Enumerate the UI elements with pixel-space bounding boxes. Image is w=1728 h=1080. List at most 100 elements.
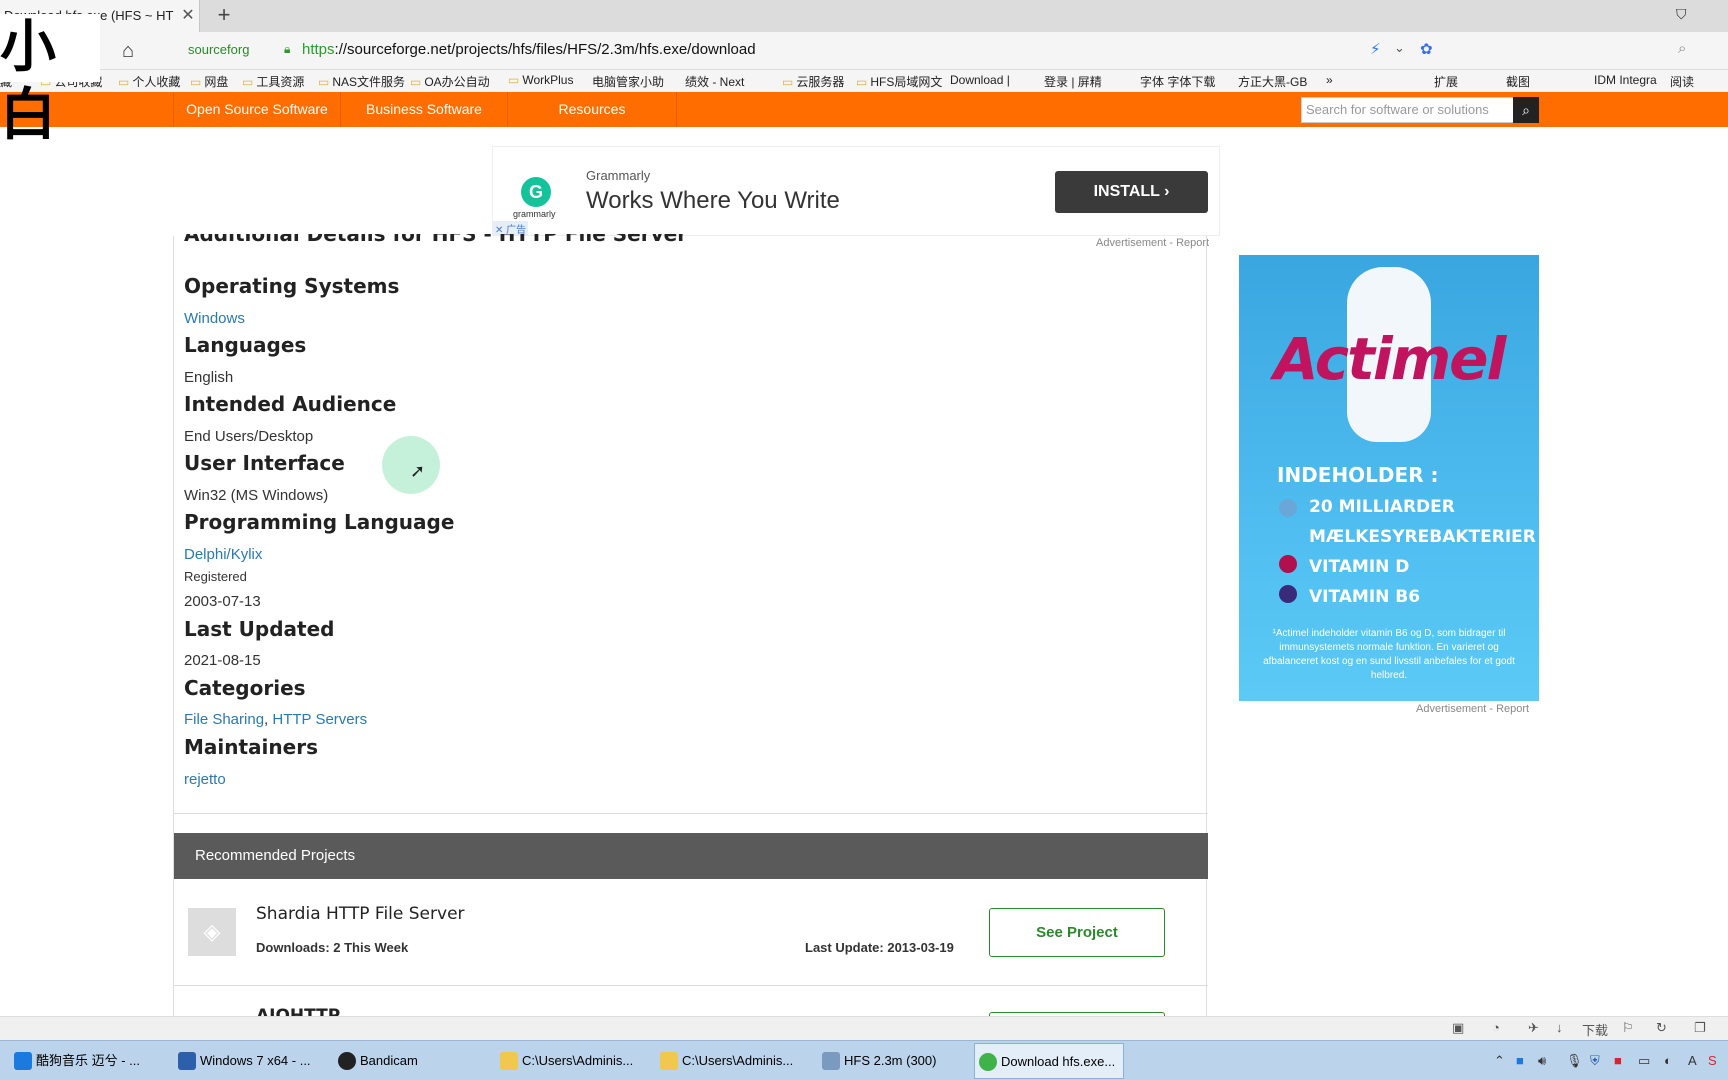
taskbar-item-browser[interactable]: Download hfs.exe... <box>974 1043 1124 1079</box>
folder-icon: ▭ <box>508 73 520 87</box>
taskbar-item-hfs[interactable]: HFS 2.3m (300) <box>818 1043 968 1079</box>
volume-icon[interactable]: 🔊︎ <box>1538 1053 1546 1069</box>
brightness-icon[interactable]: ◐ <box>1664 1053 1672 1068</box>
paw-icon[interactable]: ✿ <box>1420 40 1433 58</box>
bookmark-item[interactable]: 字体 字体下载 <box>1140 73 1215 90</box>
ime-icon[interactable]: S <box>1708 1053 1717 1068</box>
bookmark-label: 截图 <box>1506 75 1531 89</box>
taskbar-label: C:\Users\Adminis... <box>522 1053 634 1068</box>
folder-icon: ▭ <box>856 75 868 89</box>
screenshot-icon[interactable]: ▣ <box>1452 1020 1464 1036</box>
category-link-http-servers[interactable]: HTTP Servers <box>272 711 367 728</box>
actimel-ad[interactable]: Actimel INDEHOLDER : 20 MILLIARDER MÆLKE… <box>1239 255 1539 701</box>
url-scheme: https <box>302 41 335 58</box>
install-button[interactable]: INSTALL › <box>1055 171 1208 213</box>
chevron-down-icon[interactable]: ⌄ <box>1394 40 1405 56</box>
tray-expand-icon[interactable]: ⌃ <box>1494 1053 1505 1069</box>
bandicam-icon <box>338 1052 356 1070</box>
tray-kugou-icon[interactable]: ■ <box>1516 1053 1524 1068</box>
network-icon[interactable]: ▭ <box>1638 1053 1650 1069</box>
bookmark-item[interactable]: ▭ 个人收藏 <box>118 73 180 90</box>
bookmark-item[interactable]: 阅读 <box>1670 73 1694 90</box>
pin-icon[interactable]: ✈ <box>1528 1020 1539 1036</box>
tab-close-icon[interactable]: ✕ <box>178 0 198 32</box>
nav-open-source-software[interactable]: Open Source Software <box>173 92 340 127</box>
see-project-button[interactable]: See Project <box>989 908 1165 957</box>
bookmark-item[interactable]: » <box>1326 73 1333 87</box>
bookmark-label: 阅读 <box>1670 75 1695 89</box>
input-method-icon[interactable]: A <box>1688 1053 1697 1068</box>
bookmark-item[interactable]: 电脑管家小助 <box>592 73 664 90</box>
ad-brand: Grammarly <box>586 168 651 183</box>
language-value: English <box>184 369 234 386</box>
bookmark-label: 电脑管家小助 <box>592 75 665 89</box>
bookmark-item[interactable]: 绩效 - Next <box>685 73 744 90</box>
bookmark-item[interactable]: ▭ OA办公自动 <box>410 73 490 90</box>
maintainer-link[interactable]: rejetto <box>184 771 226 788</box>
flag-icon[interactable]: ⚐ <box>1622 1020 1634 1036</box>
taskbar-item-kugou[interactable]: 酷狗音乐 迈兮 - ... <box>10 1043 170 1079</box>
programming-language-link[interactable]: Delphi/Kylix <box>184 546 262 563</box>
bookmark-item[interactable]: ▭ 云服务器 <box>782 73 844 90</box>
search-icon[interactable]: ⌕ <box>1678 40 1686 57</box>
grammarly-ad[interactable]: G grammarly Grammarly Works Where You Wr… <box>492 146 1220 236</box>
recommended-projects-header: Recommended Projects <box>174 833 1208 879</box>
category-link-file-sharing[interactable]: File Sharing <box>184 711 264 728</box>
bookmark-label: 云服务器 <box>796 75 845 89</box>
ad-item: MÆLKESYREBAKTERIER <box>1309 527 1536 547</box>
bookmark-item[interactable]: ▭ 网盘 <box>190 73 228 90</box>
url-field[interactable]: sourceforg 🔒︎ https://sourceforge.net/pr… <box>180 36 1700 66</box>
divider <box>174 813 1208 814</box>
home-icon[interactable]: ⌂ <box>122 40 134 63</box>
tray-app-icon[interactable]: ■ <box>1614 1053 1622 1068</box>
bookmark-item[interactable]: IDM Integra <box>1594 73 1657 87</box>
bookmark-item[interactable]: ▭ NAS文件服务 <box>318 73 405 90</box>
project-title[interactable]: Shardia HTTP File Server <box>256 904 465 924</box>
os-link-windows[interactable]: Windows <box>184 310 245 327</box>
nav-business-software[interactable]: Business Software <box>340 92 507 127</box>
taskbar-item-vm[interactable]: Windows 7 x64 - ... <box>174 1043 334 1079</box>
bookmark-label: OA办公自动 <box>424 75 490 89</box>
speed-icon[interactable]: ◔ <box>1492 1020 1500 1035</box>
folder-icon <box>660 1052 678 1070</box>
taskbar-item-explorer-2[interactable]: C:\Users\Adminis... <box>656 1043 814 1079</box>
new-tab-button[interactable]: + <box>212 0 236 32</box>
taskbar-item-bandicam[interactable]: Bandicam <box>334 1043 494 1079</box>
bookmark-item[interactable]: 截图 <box>1506 73 1530 90</box>
bookmark-item[interactable]: Download | <box>950 73 1010 87</box>
bookmark-item[interactable]: ▭ HFS局域网文 <box>856 73 942 90</box>
bullet-icon <box>1279 585 1297 603</box>
skin-icon[interactable]: ⛉ <box>1676 6 1687 23</box>
taskbar-item-explorer-1[interactable]: C:\Users\Adminis... <box>496 1043 654 1079</box>
site-search-input[interactable]: Search for software or solutions <box>1301 97 1517 123</box>
browser-icon <box>979 1053 997 1071</box>
window-icon[interactable]: ❐ <box>1694 1020 1706 1036</box>
download-label[interactable]: 下载 <box>1582 1020 1608 1039</box>
site-search-button[interactable]: ⌕ <box>1513 97 1539 123</box>
bookmark-label: NAS文件服务 <box>332 75 406 89</box>
download-arrow-icon[interactable]: ↓ <box>1556 1020 1563 1035</box>
ad-close-icon[interactable]: ✕ 广告 <box>493 221 529 236</box>
bookmark-item[interactable]: 扩展 <box>1434 73 1458 90</box>
site-badge: sourceforg <box>188 42 250 57</box>
bookmark-label: IDM Integra <box>1594 73 1657 87</box>
languages-heading: Languages <box>184 333 307 357</box>
bookmark-item[interactable]: ▭ WorkPlus <box>508 73 573 87</box>
audience-heading: Intended Audience <box>184 392 397 416</box>
folder-icon: ▭ <box>782 75 794 89</box>
bookmark-item[interactable]: 登录 | 屏精 <box>1044 73 1102 90</box>
bookmark-label: 字体 字体下载 <box>1140 75 1216 89</box>
kugou-icon <box>14 1052 32 1070</box>
url-text[interactable]: https://sourceforge.net/projects/hfs/fil… <box>302 41 756 58</box>
bookmark-item[interactable]: ▭ 工具资源 <box>242 73 304 90</box>
shield-icon[interactable]: ⛨ <box>1590 1053 1600 1069</box>
microphone-icon[interactable]: 🎙︎ <box>1566 1053 1583 1069</box>
user-interface-value: Win32 (MS Windows) <box>184 487 329 504</box>
refresh-icon[interactable]: ↻ <box>1656 1020 1667 1036</box>
bookmarks-bar: 藏▭公司收藏▭个人收藏▭网盘▭工具资源▭NAS文件服务▭OA办公自动▭WorkP… <box>0 70 1728 92</box>
taskbar-label: Bandicam <box>360 1053 418 1068</box>
bookmark-item[interactable]: 方正大黑-GB <box>1238 73 1307 90</box>
ad-report-link[interactable]: Advertisement - Report <box>1416 703 1529 715</box>
lightning-icon[interactable]: ⚡︎ <box>1370 40 1381 58</box>
nav-resources[interactable]: Resources <box>507 92 677 127</box>
